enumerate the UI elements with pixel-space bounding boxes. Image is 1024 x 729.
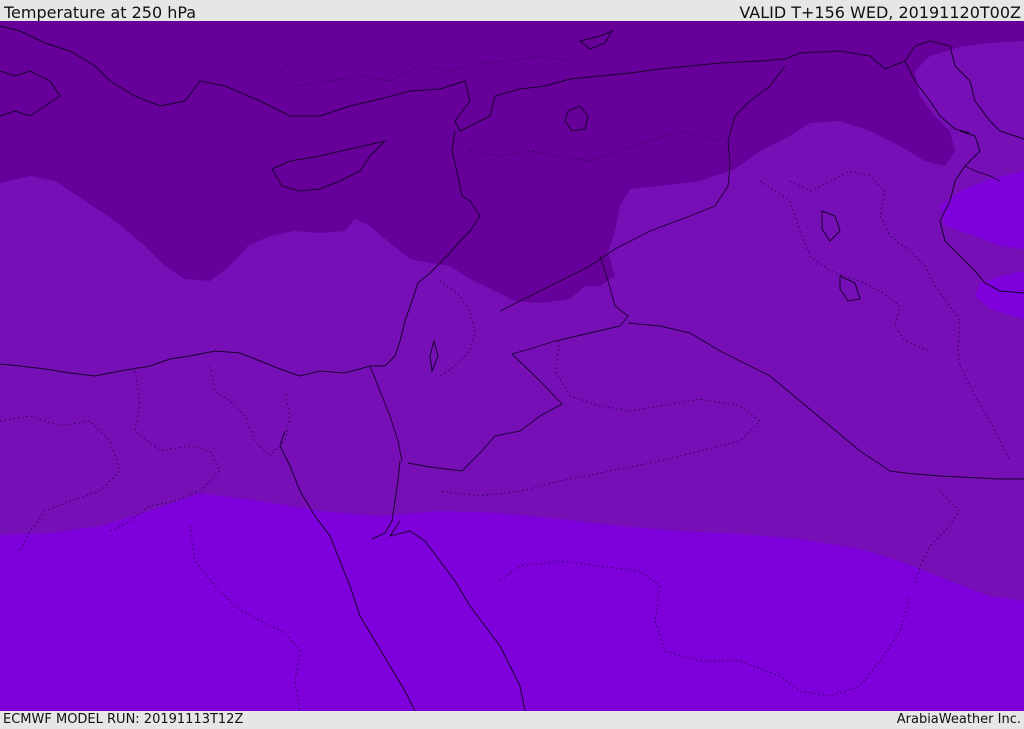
footer-bar: ECMWF MODEL RUN: 20191113T12Z ArabiaWeat…: [0, 711, 1024, 729]
temperature-map-svg: [0, 21, 1024, 712]
valid-time: VALID T+156 WED, 20191120T00Z: [739, 3, 1021, 22]
header-bar: Temperature at 250 hPa VALID T+156 WED, …: [0, 0, 1024, 22]
credit-label: ArabiaWeather Inc.: [896, 712, 1021, 727]
weather-map[interactable]: [0, 21, 1024, 712]
model-run-label: ECMWF MODEL RUN: 20191113T12Z: [3, 712, 244, 727]
map-title: Temperature at 250 hPa: [4, 3, 197, 22]
